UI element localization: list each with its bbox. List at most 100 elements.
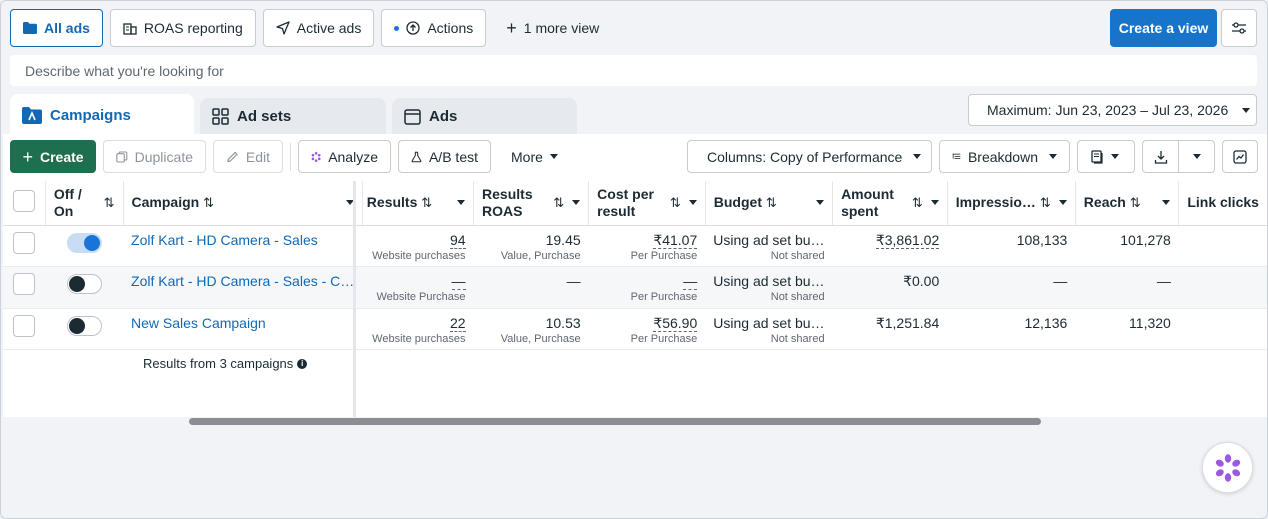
tab-ads[interactable]: Ads — [392, 98, 577, 135]
create-button[interactable]: + Create — [10, 140, 96, 173]
view-settings-button[interactable] — [1221, 9, 1257, 47]
campaign-toggle[interactable] — [67, 315, 103, 336]
line-chart-icon — [1233, 149, 1247, 164]
campaign-name-link[interactable]: Zolf Kart - HD Camera - Sales — [131, 232, 354, 248]
duplicate-button[interactable]: Duplicate — [103, 140, 206, 173]
chevron-down-icon[interactable] — [1162, 200, 1171, 206]
create-view-button[interactable]: Create a view — [1110, 9, 1217, 47]
sort-icon[interactable]: ⇅ — [1130, 195, 1141, 210]
table-row[interactable]: New Sales Campaign 22 Website purchases 10.… — [3, 308, 1267, 350]
chevron-down-icon[interactable] — [816, 200, 825, 206]
breakdown-icon — [952, 153, 961, 159]
sort-icon[interactable]: ⇅ — [670, 194, 681, 211]
search-input[interactable] — [25, 62, 1257, 79]
plus-icon: + — [506, 18, 517, 38]
ab-test-button[interactable]: A/B test — [398, 140, 491, 173]
row-checkbox[interactable] — [13, 314, 35, 337]
breakdown-dropdown[interactable]: Breakdown — [939, 140, 1070, 173]
sort-icon[interactable]: ⇅ — [912, 194, 923, 211]
edit-label: Edit — [245, 148, 270, 165]
column-reach[interactable]: Reach ⇅ — [1075, 181, 1180, 226]
cell-value: Using ad set bu… — [713, 231, 825, 248]
column-label: Reach — [1083, 194, 1126, 211]
view-all-ads[interactable]: All ads — [10, 9, 103, 47]
column-budget[interactable]: Budget ⇅ — [705, 181, 834, 226]
columns-dropdown[interactable]: Columns: Copy of Performance — [687, 140, 932, 173]
sort-icon[interactable]: ⇅ — [421, 195, 432, 210]
campaigns-table-container: Off / On ⇅ Campaign ⇅ Results ⇅ Results R… — [3, 181, 1267, 417]
column-label: Results — [366, 194, 418, 211]
row-checkbox[interactable] — [13, 273, 35, 295]
column-impressions[interactable]: Impressio… ⇅ — [947, 181, 1076, 226]
campaign-name-link[interactable]: New Sales Campaign — [131, 315, 354, 331]
column-amount-spent[interactable]: Amount spent ⇅ — [832, 181, 948, 226]
table-row[interactable]: Zolf Kart - HD Camera - Sales - C… — Websi… — [3, 266, 1267, 309]
edit-button[interactable]: Edit — [213, 140, 283, 173]
date-range-label: Maximum: Jun 23, 2023 – Jul 23, 2026 — [987, 102, 1229, 118]
reports-dropdown[interactable] — [1077, 140, 1135, 173]
row-checkbox[interactable] — [13, 231, 35, 254]
sort-icon[interactable]: ⇅ — [1040, 194, 1051, 211]
cell-value: ₹1,251.84 — [875, 314, 940, 331]
column-results[interactable]: Results ⇅ — [362, 181, 475, 226]
table-row[interactable]: Zolf Kart - HD Camera - Sales 94 Website p… — [3, 225, 1267, 267]
flask-icon — [411, 151, 422, 162]
view-bar: All ads ROAS reporting Active ads Action… — [10, 9, 612, 47]
more-label: More — [511, 148, 543, 165]
chevron-down-icon[interactable] — [457, 200, 466, 206]
tab-campaigns[interactable]: Campaigns — [10, 94, 194, 136]
campaigns-panel: + Create Duplicate Edit Analyze A/B test — [3, 134, 1267, 417]
view-active-ads[interactable]: Active ads — [262, 9, 375, 47]
chevron-down-icon — [549, 154, 558, 159]
column-label: Amount spent — [841, 185, 894, 219]
download-icon — [1154, 150, 1167, 164]
ab-test-label: A/B test — [428, 148, 478, 165]
chevron-down-icon — [913, 154, 922, 159]
chevron-down-icon[interactable] — [572, 200, 581, 206]
campaign-name-link[interactable]: Zolf Kart - HD Camera - Sales - C… — [131, 273, 354, 289]
select-all-header — [3, 181, 46, 226]
column-cost-per-result[interactable]: Cost per result ⇅ — [588, 181, 706, 226]
horizontal-scrollbar[interactable] — [189, 418, 1041, 425]
ai-assistant-button[interactable] — [1202, 442, 1253, 493]
column-label: Campaign — [131, 194, 200, 211]
analyze-button[interactable]: Analyze — [298, 140, 391, 173]
view-roas-reporting[interactable]: ROAS reporting — [109, 9, 256, 47]
more-button[interactable]: More — [498, 140, 571, 173]
campaign-toggle[interactable] — [67, 232, 103, 253]
chevron-down-icon[interactable] — [930, 200, 939, 206]
sort-icon[interactable]: ⇅ — [553, 194, 564, 211]
cell-value: 108,133 — [1016, 231, 1068, 248]
info-icon[interactable]: i — [297, 358, 308, 369]
frozen-column-divider — [353, 181, 356, 417]
column-link-clicks[interactable]: Link clicks — [1178, 181, 1267, 226]
columns-label: Columns: Copy of Performance — [707, 148, 903, 165]
column-results-roas[interactable]: Results ROAS ⇅ — [473, 181, 590, 226]
select-all-checkbox[interactable] — [13, 189, 35, 212]
chevron-down-icon[interactable] — [1058, 200, 1067, 206]
column-off-on[interactable]: Off / On ⇅ — [45, 181, 124, 226]
cell-subtext: Website purchases — [372, 332, 466, 345]
campaign-folder-icon — [22, 106, 42, 124]
breakdown-label: Breakdown — [967, 148, 1038, 165]
more-views-label: 1 more view — [523, 20, 600, 36]
sort-icon[interactable]: ⇅ — [203, 195, 214, 210]
duplicate-icon — [116, 150, 128, 163]
date-range-picker[interactable]: Maximum: Jun 23, 2023 – Jul 23, 2026 — [968, 94, 1257, 126]
chevron-down-icon[interactable] — [688, 200, 697, 206]
analyze-label: Analyze — [328, 148, 378, 165]
export-button[interactable] — [1142, 140, 1179, 173]
chart-toggle-button[interactable] — [1222, 140, 1258, 173]
tab-ad-sets[interactable]: Ad sets — [200, 98, 386, 135]
column-campaign[interactable]: Campaign ⇅ — [123, 181, 363, 226]
campaign-toggle[interactable] — [67, 274, 103, 294]
cell-value: 11,320 — [1129, 314, 1171, 331]
sort-icon[interactable]: ⇅ — [104, 194, 115, 211]
export-options-button[interactable] — [1179, 140, 1215, 173]
action-toolbar: + Create Duplicate Edit Analyze A/B test — [10, 140, 571, 173]
more-views-button[interactable]: + 1 more view — [493, 9, 612, 47]
send-icon — [276, 21, 290, 35]
sort-icon[interactable]: ⇅ — [766, 195, 777, 210]
cell-subtext: Not shared — [770, 291, 825, 303]
view-actions[interactable]: Actions — [381, 9, 487, 47]
